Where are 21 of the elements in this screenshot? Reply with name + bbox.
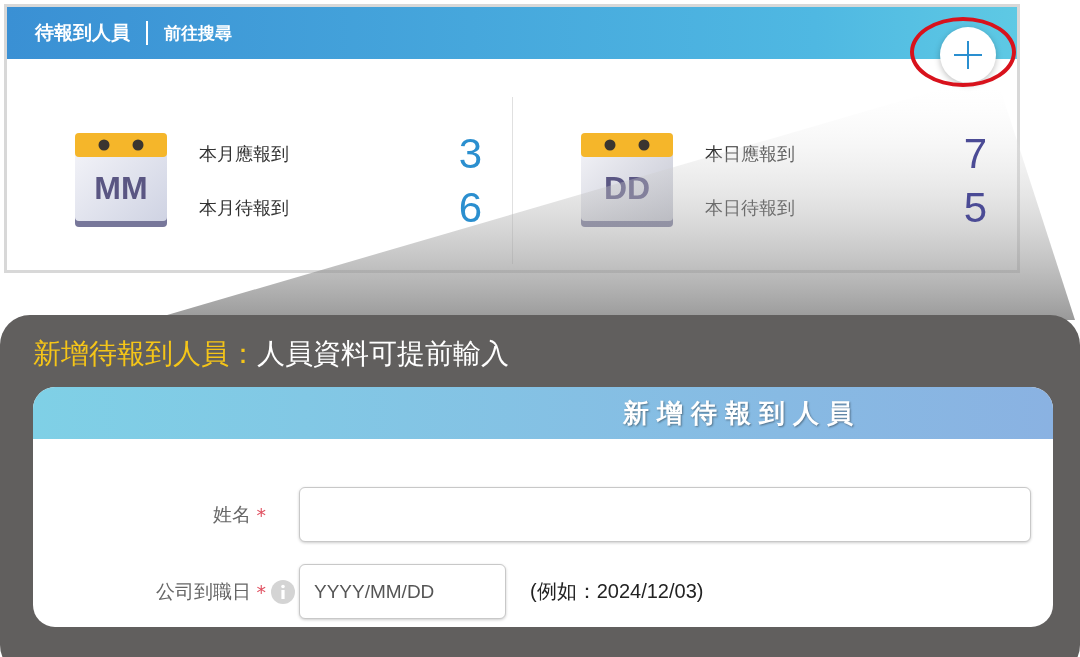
- required-mark: *: [256, 580, 266, 603]
- stat-label: 本日應報到: [705, 141, 795, 166]
- stat-count: 5: [963, 183, 987, 232]
- callout-heading: 新增待報到人員：人員資料可提前輸入: [33, 336, 510, 372]
- name-input[interactable]: [299, 487, 1031, 542]
- search-link[interactable]: 前往搜尋: [164, 21, 232, 45]
- stat-count: 7: [963, 129, 987, 178]
- plus-icon: [953, 40, 983, 70]
- date-example: (例如：2024/12/03): [530, 579, 704, 604]
- stat-label: 本日待報到: [705, 195, 795, 220]
- stat-label: 本月應報到: [199, 141, 289, 166]
- stat-count: 3: [458, 129, 482, 178]
- required-mark: *: [256, 503, 266, 526]
- stat-label: 本月待報到: [199, 195, 289, 220]
- field-label: 公司到職日: [155, 578, 251, 604]
- date-input[interactable]: YYYY/MM/DD: [299, 564, 506, 619]
- panel-title: 待報到人員: [35, 20, 130, 45]
- stat-count: 6: [458, 183, 482, 232]
- field-label: 姓名: [212, 501, 251, 527]
- info-icon[interactable]: [270, 579, 295, 604]
- form-title: 新增待報到人員: [623, 396, 861, 430]
